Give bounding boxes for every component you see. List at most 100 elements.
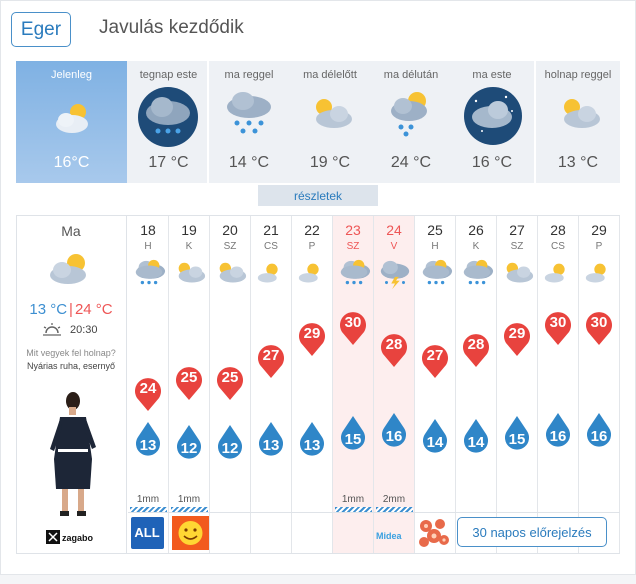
- slot-temp: 13 °C: [557, 154, 599, 171]
- day-number: 19: [181, 222, 197, 238]
- min-temp-value: 13: [139, 437, 157, 454]
- slot-temp: 17 °C: [148, 154, 189, 171]
- slot-morning[interactable]: ma reggel 14 °C: [209, 61, 289, 183]
- day-column[interactable]: 24 V 28 16 2mm: [374, 216, 415, 553]
- max-temp-value: 27: [426, 347, 444, 364]
- day-of-week: CS: [551, 241, 565, 252]
- slot-temp: 14 °C: [228, 154, 270, 171]
- max-temp-value: 29: [303, 325, 321, 342]
- day-of-week: SZ: [223, 241, 237, 252]
- day-of-week: CS: [264, 241, 278, 252]
- precipitation-amount: 2mm: [382, 494, 406, 505]
- min-temp-drop: 15: [502, 415, 532, 453]
- partly-cloudy-icon: [316, 99, 352, 128]
- min-temp-drop: 16: [543, 412, 573, 450]
- max-temp-value: 30: [549, 314, 567, 331]
- day-column[interactable]: 18 H 24 13 1mm: [128, 216, 169, 553]
- sun-face-sponsor-logo[interactable]: [172, 516, 209, 550]
- slot-temp: 16 °C: [471, 154, 513, 171]
- forecast-30-day-button[interactable]: 30 napos előrejelzés: [457, 517, 607, 547]
- day-of-week: K: [185, 241, 193, 252]
- min-temp-value: 16: [385, 428, 403, 445]
- day-of-week: H: [431, 241, 439, 252]
- day-number: 20: [222, 222, 238, 238]
- min-temp-drop: 13: [256, 421, 286, 459]
- max-temp-pin: 29: [297, 319, 327, 357]
- max-temp-pin: 30: [584, 308, 614, 346]
- slot-yesterday-evening[interactable]: tegnap este 17 °C: [129, 61, 208, 183]
- day-column[interactable]: 19 K 25 12 1mm: [169, 216, 210, 553]
- min-temp-drop: 13: [297, 421, 327, 459]
- min-temp-value: 13: [262, 437, 280, 454]
- sunny-weather-icon: [544, 263, 565, 283]
- day-column[interactable]: 26 K 28 14: [456, 216, 497, 553]
- outfit-figure-image[interactable]: [46, 389, 98, 519]
- day-of-week: SZ: [510, 241, 524, 252]
- max-temp-value: 30: [344, 314, 362, 331]
- storm-weather-icon: [380, 260, 410, 290]
- slot-label: tegnap este: [139, 69, 198, 81]
- day-number: 28: [550, 222, 566, 238]
- zagabo-brand[interactable]: zagabo: [62, 533, 93, 543]
- day-of-week: P: [595, 241, 603, 252]
- slot-forenoon[interactable]: ma délelőtt 19 °C: [290, 61, 370, 183]
- day-number: 23: [345, 222, 361, 238]
- slot-tomorrow-morning[interactable]: holnap reggel 13 °C: [536, 61, 620, 183]
- slot-temp: 24 °C: [390, 154, 432, 171]
- day-column[interactable]: 21 CS 27 13: [251, 216, 292, 553]
- temp-separator: |: [69, 301, 73, 318]
- sun-cloud-rain-icon: [391, 92, 427, 137]
- details-button[interactable]: részletek: [258, 185, 378, 206]
- min-temp-value: 13: [303, 437, 321, 454]
- max-temp-value: 24: [139, 380, 157, 397]
- day-column[interactable]: 22 P 29 13: [292, 216, 333, 553]
- sunny-weather-icon: [257, 263, 278, 283]
- zagabo-logo-icon[interactable]: [46, 530, 60, 544]
- sunset-time: 20:30: [70, 324, 98, 336]
- max-temp-value: 29: [508, 325, 526, 342]
- day-of-week: P: [308, 241, 316, 252]
- current-weather: Jelenleg 16°C: [16, 61, 127, 183]
- day-column[interactable]: 20 SZ 25 12: [210, 216, 251, 553]
- max-temp-value: 28: [385, 336, 403, 353]
- day-column[interactable]: 27 SZ 29 15: [497, 216, 538, 553]
- rain-weather-icon: [463, 259, 494, 285]
- min-temp-value: 12: [180, 440, 198, 457]
- midea-sponsor-logo[interactable]: Midea: [376, 531, 402, 541]
- max-temp-pin: 30: [543, 308, 573, 346]
- weather-headline: Javulás kezdődik: [99, 17, 244, 38]
- city-button[interactable]: Eger: [11, 12, 71, 47]
- slot-label: ma este: [472, 69, 512, 81]
- day-column[interactable]: 29 P 30 16: [579, 216, 620, 553]
- min-temp-drop: 16: [379, 412, 409, 450]
- slot-evening[interactable]: ma este 16 °C: [452, 61, 532, 183]
- current-label: Jelenleg: [51, 69, 92, 81]
- max-temp-value: 27: [262, 347, 280, 364]
- max-temp-pin: 27: [256, 341, 286, 379]
- outfit-answer: Nyárias ruha, esernyő: [26, 361, 116, 371]
- flower-sponsor-logo[interactable]: [416, 516, 452, 550]
- max-temp-pin: 25: [215, 363, 245, 401]
- today-panel: Ma 13 °C | 24 °C 20:30 Mit vegyek fel holn…: [16, 215, 127, 554]
- max-temp-pin: 28: [461, 330, 491, 368]
- min-temp-value: 15: [508, 431, 526, 448]
- today-min-temp: 13 °C: [29, 301, 68, 318]
- slot-label: ma reggel: [224, 69, 274, 81]
- max-temp-value: 28: [467, 336, 485, 353]
- sunny-weather-icon: [585, 263, 606, 283]
- outfit-question: Mit vegyek fel holnap?: [26, 348, 116, 358]
- day-column[interactable]: 28 CS 30 16: [538, 216, 579, 553]
- min-temp-value: 16: [590, 428, 608, 445]
- all-sponsor-logo[interactable]: ALL: [131, 517, 164, 549]
- rain-cloud-icon: [227, 92, 271, 134]
- day-column[interactable]: 23 SZ 30 15 1mm: [333, 216, 374, 553]
- slot-afternoon[interactable]: ma délután 24 °C: [371, 61, 451, 183]
- rain-weather-icon: [422, 259, 453, 285]
- day-column[interactable]: 25 H 27 14: [415, 216, 456, 553]
- sunny-weather-icon: [298, 263, 319, 283]
- current-temp: 16°C: [53, 154, 90, 171]
- min-temp-drop: 12: [174, 424, 204, 462]
- min-temp-drop: 13: [133, 421, 163, 459]
- max-temp-pin: 30: [338, 308, 368, 346]
- today-label: Ma: [61, 223, 81, 239]
